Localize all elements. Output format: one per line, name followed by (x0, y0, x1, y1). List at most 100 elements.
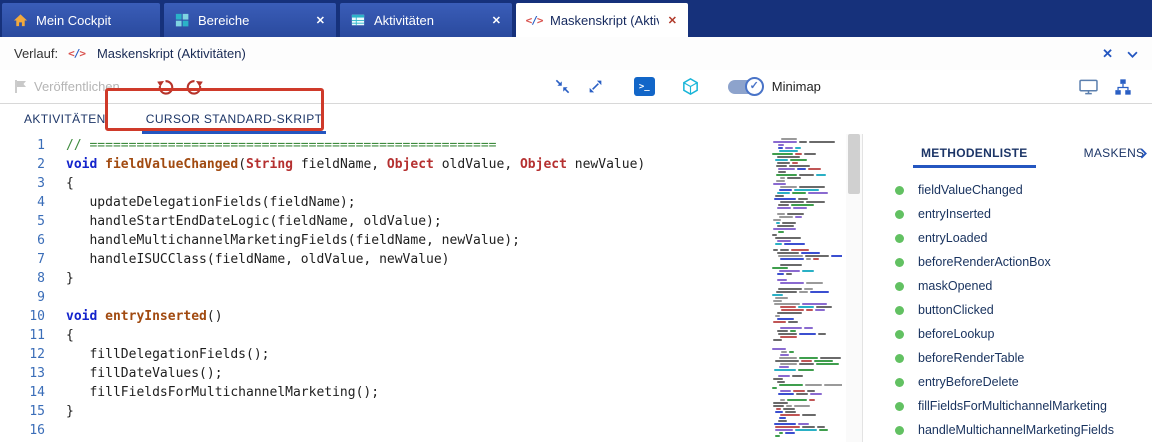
code-line[interactable]: 15} (0, 402, 764, 421)
minimap-line (772, 309, 842, 311)
editor-tab-1[interactable]: AKTIVITÄTEN (20, 112, 110, 134)
minimap-line (772, 222, 842, 224)
method-status-dot (895, 282, 904, 291)
panel-tab-1[interactable]: METHODENLISTE (913, 146, 1036, 168)
method-name: entryBeforeDelete (918, 375, 1019, 389)
minimap-line (772, 258, 842, 260)
minimap-toggle[interactable]: ✓ (728, 80, 762, 94)
minimap-line (772, 405, 842, 407)
history-item[interactable]: Maskenskript (Aktivitäten) (97, 46, 246, 61)
minimap-line (772, 150, 842, 152)
close-icon[interactable]: ✕ (1102, 46, 1113, 62)
minimap-line-segment (773, 321, 785, 323)
code-line[interactable]: 14 fillFieldsForMultichannelMarketing(); (0, 383, 764, 402)
top-tab-2[interactable]: Bereiche✕ (164, 3, 336, 37)
code-line[interactable]: 13 fillDateValues(); (0, 364, 764, 383)
minimap-line-segment (776, 165, 786, 167)
cube-icon[interactable] (681, 77, 700, 96)
code-line[interactable]: 11{ (0, 326, 764, 345)
tab-close-icon[interactable]: ✕ (667, 14, 678, 27)
expand-icon[interactable] (587, 78, 604, 95)
editor-tab-2[interactable]: CURSOR STANDARD-SKRIPT (142, 112, 327, 134)
code-editor[interactable]: 1// ====================================… (0, 134, 764, 442)
minimap-line (772, 300, 842, 302)
code-line-text (45, 421, 66, 440)
code-token: updateDelegationFields(fieldName); (66, 195, 356, 210)
method-name: entryLoaded (918, 231, 988, 245)
minimap-line-segment (773, 402, 788, 404)
toggle-knob: ✓ (745, 77, 764, 96)
minimap-line (772, 345, 842, 347)
method-list-item[interactable]: entryBeforeDelete (863, 370, 1152, 394)
chevron-down-icon[interactable] (1127, 46, 1138, 61)
tab-close-icon[interactable]: ✕ (315, 14, 326, 27)
code-line[interactable]: 3{ (0, 174, 764, 193)
method-name: entryInserted (918, 207, 991, 221)
code-token: fillDelegationFields(); (66, 347, 270, 362)
minimap-line (772, 336, 842, 338)
code-line-text: handleISUCClass(fieldName, oldValue, new… (45, 250, 450, 269)
top-tab-3[interactable]: Aktivitäten✕ (340, 3, 512, 37)
minimap-line-segment (777, 207, 791, 209)
minimap-line (772, 267, 842, 269)
minimap-line (772, 165, 842, 167)
redo-icon[interactable] (185, 78, 204, 95)
method-list-item[interactable]: entryLoaded (863, 226, 1152, 250)
method-list-item[interactable]: fieldValueChanged (863, 178, 1152, 202)
minimap-line-segment (778, 420, 787, 422)
method-list-item[interactable]: maskOpened (863, 274, 1152, 298)
top-tab-1[interactable]: Mein Cockpit (2, 3, 160, 37)
method-list-item[interactable]: handleMultichannelMarketingFields (863, 418, 1152, 442)
console-icon[interactable] (1079, 79, 1098, 95)
minimap-line-segment (778, 204, 789, 206)
top-tab-4[interactable]: </>Maskenskript (Aktivit...✕ (516, 3, 688, 37)
terminal-icon[interactable]: >_ (634, 77, 655, 96)
code-line-text: fillFieldsForMultichannelMarketing(); (45, 383, 379, 402)
minimap-line-segment (799, 333, 816, 335)
method-list-item[interactable]: beforeRenderTable (863, 346, 1152, 370)
minimap-line-segment (779, 357, 796, 359)
code-line[interactable]: 8} (0, 269, 764, 288)
code-token: entryInserted (105, 309, 207, 324)
method-list-item[interactable]: beforeLookup (863, 322, 1152, 346)
minimap-line (772, 213, 842, 215)
tab-close-icon[interactable]: ✕ (491, 14, 502, 27)
method-list-item[interactable]: beforeRenderActionBox (863, 250, 1152, 274)
code-line[interactable]: 12 fillDelegationFields(); (0, 345, 764, 364)
code-line[interactable]: 5 handleStartEndDateLogic(fieldName, old… (0, 212, 764, 231)
minimap-line-segment (780, 249, 789, 251)
minimap-line-segment (816, 363, 840, 365)
method-list-item[interactable]: buttonClicked (863, 298, 1152, 322)
method-list-item[interactable]: fillFieldsForMultichannelMarketing (863, 394, 1152, 418)
code-line[interactable]: 4 updateDelegationFields(fieldName); (0, 193, 764, 212)
minimap-line-segment (773, 405, 784, 407)
minimap-line-segment (778, 147, 783, 149)
minimap-line (772, 387, 842, 389)
minimap-line (772, 255, 842, 257)
code-line[interactable]: 10void entryInserted() (0, 307, 764, 326)
minimap-line (772, 393, 842, 395)
scrollbar[interactable] (846, 134, 862, 442)
minimap-line-segment (791, 204, 814, 206)
collapse-icon[interactable] (554, 78, 571, 95)
tab-label: Maskenskript (Aktivit... (550, 13, 659, 28)
code-line[interactable]: 6 handleMultichannelMarketingFields(fiel… (0, 231, 764, 250)
scrollbar-thumb[interactable] (848, 134, 860, 194)
publish-button[interactable]: Veröffentlichen (14, 79, 120, 94)
structure-icon[interactable] (1114, 78, 1132, 96)
line-number: 14 (0, 383, 45, 402)
code-line[interactable]: 16 (0, 421, 764, 440)
minimap-line (772, 243, 842, 245)
chevron-right-icon[interactable] (1140, 148, 1147, 159)
code-line[interactable]: 7 handleISUCClass(fieldName, oldValue, n… (0, 250, 764, 269)
code-line[interactable]: 2void fieldValueChanged(String fieldName… (0, 155, 764, 174)
code-line[interactable]: 9 (0, 288, 764, 307)
home-icon (12, 13, 28, 28)
minimap-line (772, 432, 842, 434)
minimap-line-segment (780, 399, 785, 401)
undo-icon[interactable] (156, 78, 175, 95)
code-line[interactable]: 1// ====================================… (0, 136, 764, 155)
minimap[interactable] (764, 134, 846, 442)
minimap-line (772, 207, 842, 209)
method-list-item[interactable]: entryInserted (863, 202, 1152, 226)
